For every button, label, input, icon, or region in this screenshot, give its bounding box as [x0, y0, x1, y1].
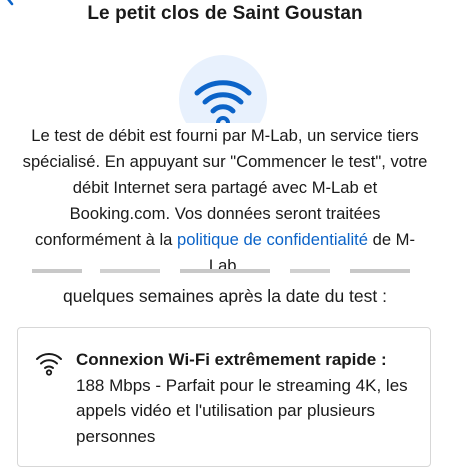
- wifi-result-text: Connexion Wi-Fi extrêmement rapide : 188…: [76, 347, 412, 449]
- wifi-result-description: 188 Mbps - Parfait pour le streaming 4K,…: [76, 375, 408, 446]
- speed-test-consent-text: Le test de débit est fourni par M-Lab, u…: [22, 123, 428, 279]
- obscured-text-line: [30, 267, 420, 275]
- page-title: Le petit clos de Saint Goustan: [87, 3, 363, 24]
- privacy-policy-link[interactable]: politique de confidentialité: [177, 230, 368, 249]
- wifi-icon: [35, 350, 63, 381]
- results-caption: quelques semaines après la date du test …: [63, 286, 387, 306]
- wifi-result-card: Connexion Wi-Fi extrêmement rapide : 188…: [17, 327, 431, 467]
- wifi-result-title: Connexion Wi-Fi extrêmement rapide :: [76, 350, 387, 369]
